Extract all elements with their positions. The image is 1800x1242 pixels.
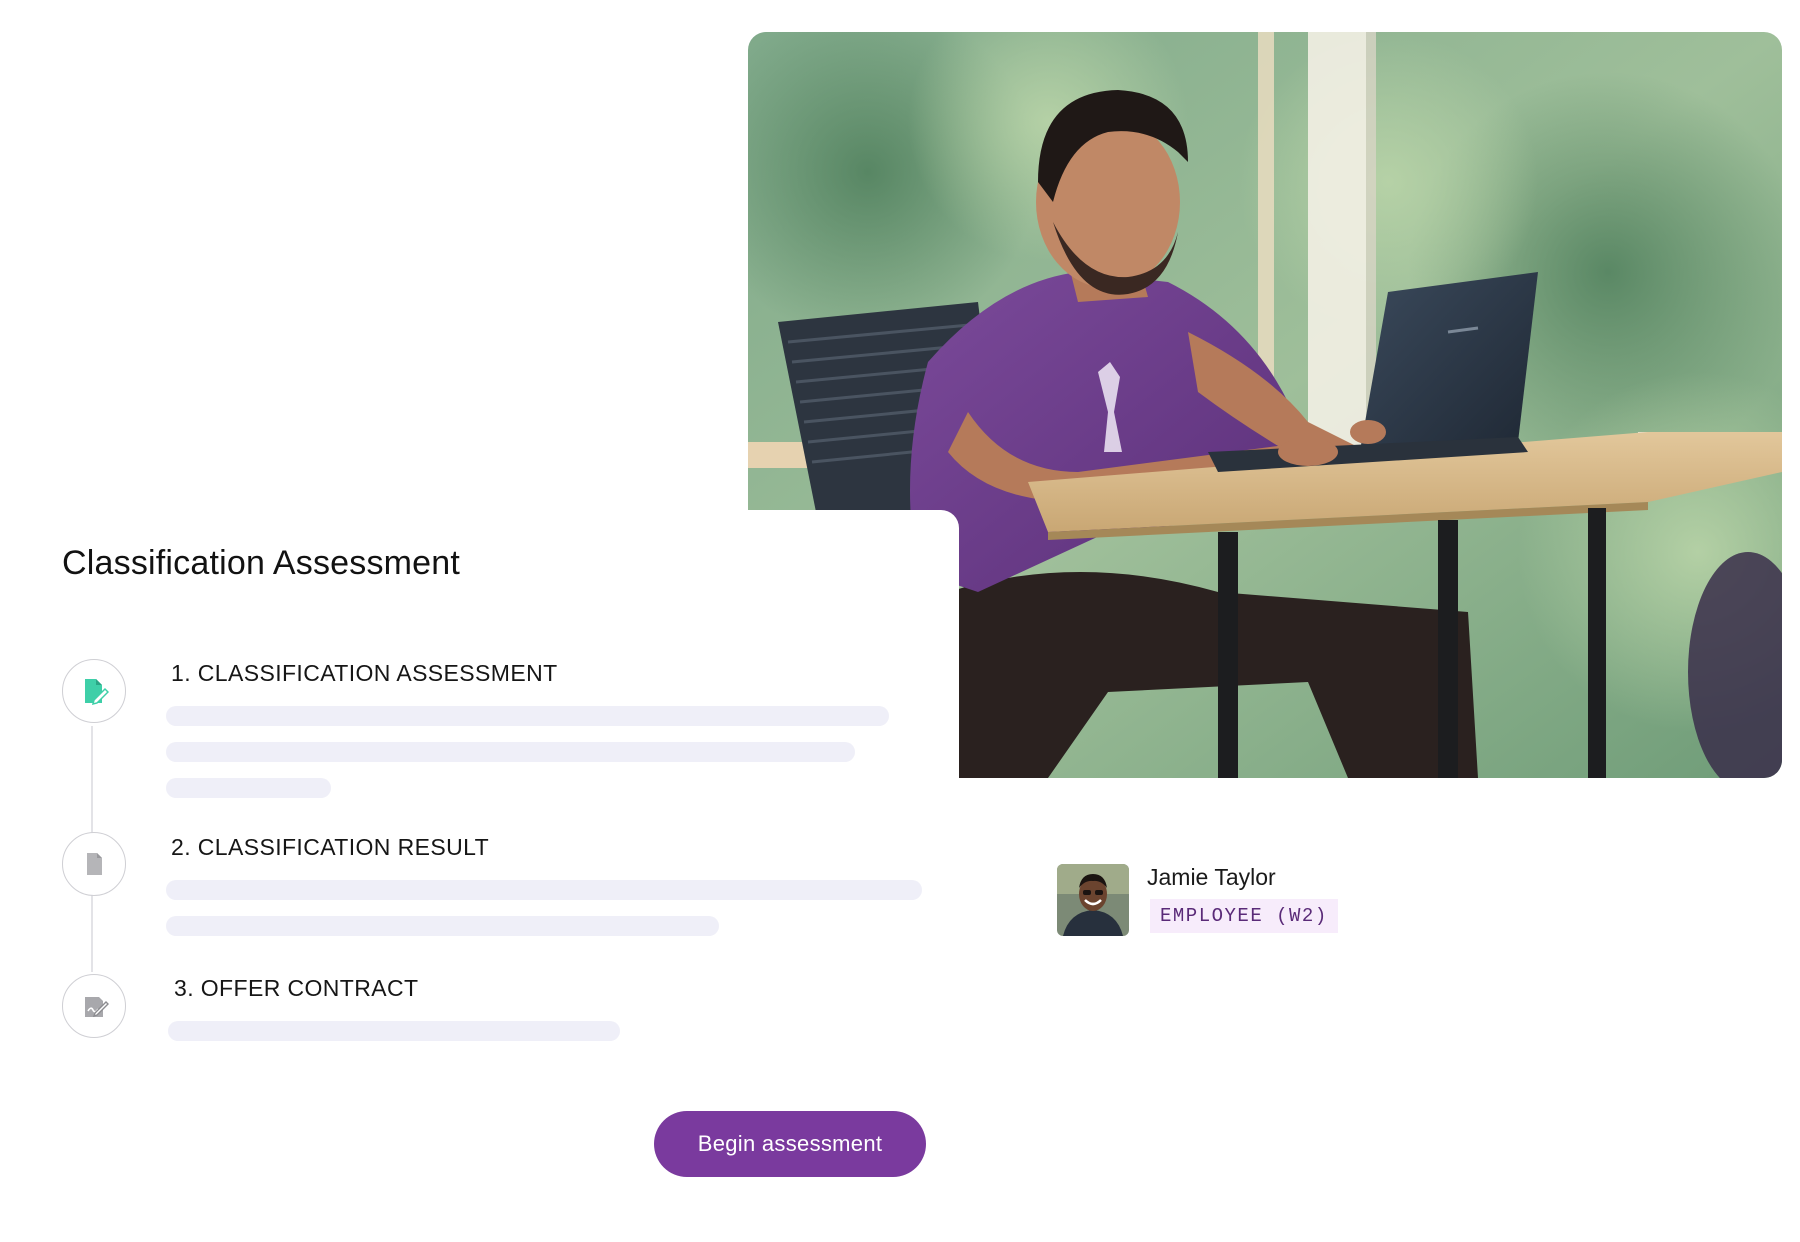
step-3-skeleton-line bbox=[168, 1021, 620, 1041]
employment-type-badge: EMPLOYEE (W2) bbox=[1150, 899, 1338, 933]
begin-assessment-button[interactable]: Begin assessment bbox=[654, 1111, 926, 1177]
step-3-label: 3. OFFER CONTRACT bbox=[174, 975, 419, 1001]
avatar[interactable] bbox=[1057, 864, 1129, 936]
document-icon bbox=[87, 853, 102, 875]
hero-photo bbox=[748, 32, 1782, 778]
step-2-icon-circle[interactable] bbox=[62, 832, 126, 896]
step-2-skeleton-line bbox=[166, 916, 719, 936]
avatar-photo bbox=[1057, 864, 1129, 936]
step-3-icon-circle[interactable] bbox=[62, 974, 126, 1038]
step-1-skeleton-line bbox=[166, 778, 331, 798]
person-name: Jamie Taylor bbox=[1147, 864, 1276, 890]
steps-timeline-connector bbox=[91, 726, 93, 972]
hero-photo-illustration bbox=[748, 32, 1782, 778]
step-1-icon-circle[interactable] bbox=[62, 659, 126, 723]
step-2-label: 2. CLASSIFICATION RESULT bbox=[171, 834, 490, 860]
assessment-title: Classification Assessment bbox=[62, 544, 461, 582]
person-chip: Jamie Taylor EMPLOYEE (W2) bbox=[1057, 864, 1417, 938]
contract-sign-icon bbox=[85, 997, 109, 1018]
document-edit-icon bbox=[85, 679, 109, 706]
step-2-skeleton-line bbox=[166, 880, 922, 900]
step-1-label: 1. CLASSIFICATION ASSESSMENT bbox=[171, 660, 558, 686]
